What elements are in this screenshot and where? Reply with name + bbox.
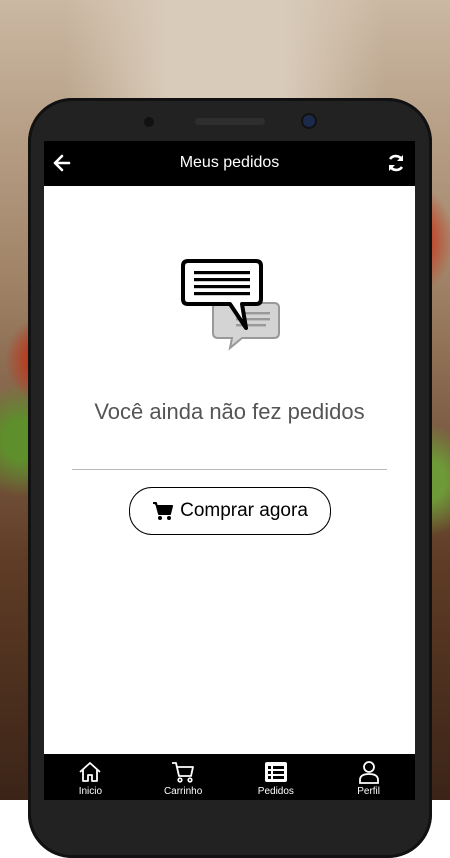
list-icon [264, 762, 287, 782]
tab-pedidos-label: Pedidos [257, 786, 294, 797]
earpiece-speaker [195, 118, 265, 125]
divider [72, 469, 387, 470]
home-icon [79, 762, 101, 782]
page-title: Meus pedidos [179, 154, 280, 171]
user-icon [358, 761, 379, 784]
buy-now-button[interactable]: Comprar agora [129, 487, 331, 535]
tab-carrinho[interactable]: Carrinho [137, 754, 230, 800]
bottom-navigation: Inicio Carrinho Pedidos Perfil [44, 754, 415, 800]
tab-inicio-label: Inicio [78, 786, 103, 797]
tab-inicio[interactable]: Inicio [44, 754, 137, 800]
tab-perfil-label: Perfil [357, 786, 381, 797]
cart-icon [172, 762, 195, 783]
top-bar: Meus pedidos [44, 141, 415, 186]
tab-perfil[interactable]: Perfil [322, 754, 415, 800]
app-screen: Meus pedidos Você ainda não fez pedidos … [44, 141, 415, 800]
chat-bubbles-icon [181, 259, 280, 351]
front-camera [303, 115, 315, 127]
buy-now-label: Comprar agora [180, 500, 308, 521]
cart-icon [153, 502, 174, 520]
sensor-dot [144, 117, 154, 127]
empty-orders-message: Você ainda não fez pedidos [94, 399, 365, 424]
refresh-icon[interactable] [386, 153, 406, 173]
tab-carrinho-label: Carrinho [163, 786, 203, 797]
tab-pedidos[interactable]: Pedidos [230, 754, 323, 800]
